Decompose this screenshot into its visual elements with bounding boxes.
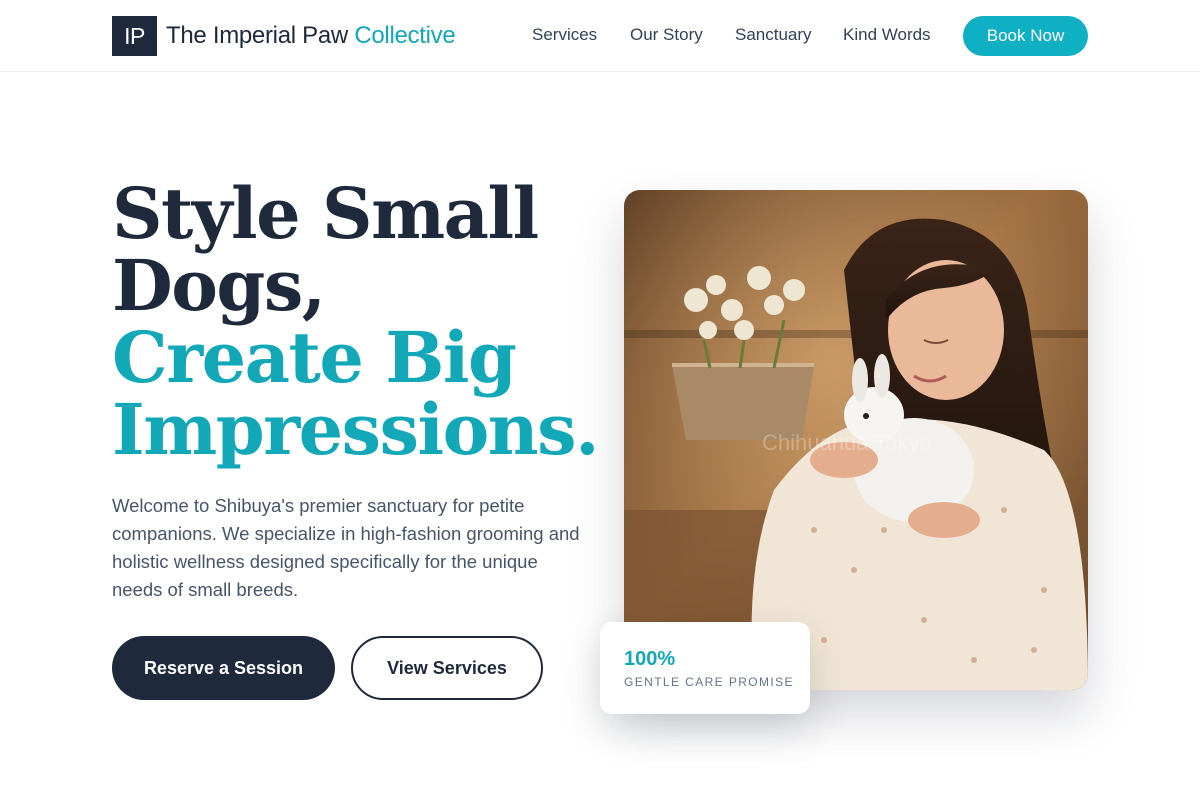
- brand-logo[interactable]: IP The Imperial Paw Collective: [112, 16, 456, 56]
- photo-watermark: Chihuahua Tokyo: [762, 430, 932, 455]
- nav-link-sanctuary[interactable]: Sanctuary: [735, 25, 812, 45]
- brand-name-main: The Imperial Paw: [166, 22, 348, 49]
- headline-line-2: Dogs,: [112, 244, 326, 327]
- headline-line-1: Style Small: [112, 172, 539, 255]
- nav-link-kind-words[interactable]: Kind Words: [843, 25, 931, 45]
- brand-name-accent: Collective: [354, 22, 456, 49]
- care-promise-badge: 100% GENTLE CARE PROMISE: [600, 622, 810, 714]
- badge-label: GENTLE CARE PROMISE: [624, 675, 794, 689]
- hero-intro-text: Welcome to Shibuya's premier sanctuary f…: [112, 495, 580, 600]
- view-services-button[interactable]: View Services: [351, 636, 543, 700]
- headline-line-3: Create Big: [112, 316, 517, 399]
- reserve-session-button[interactable]: Reserve a Session: [112, 636, 335, 700]
- brand-name: The Imperial Paw Collective: [166, 22, 456, 50]
- nav-link-our-story[interactable]: Our Story: [630, 25, 703, 45]
- logo-mark: IP: [112, 16, 157, 56]
- site-header: IP The Imperial Paw Collective Services …: [0, 0, 1200, 72]
- nav-link-services[interactable]: Services: [532, 25, 597, 45]
- book-now-button[interactable]: Book Now: [963, 16, 1088, 56]
- headline-line-4: Impressions.: [112, 388, 599, 471]
- hero-photo: Chihuahua Tokyo: [624, 190, 1088, 690]
- badge-value: 100%: [624, 648, 676, 670]
- hero-headline: Style Small Dogs, Create Big Impressions…: [112, 172, 599, 471]
